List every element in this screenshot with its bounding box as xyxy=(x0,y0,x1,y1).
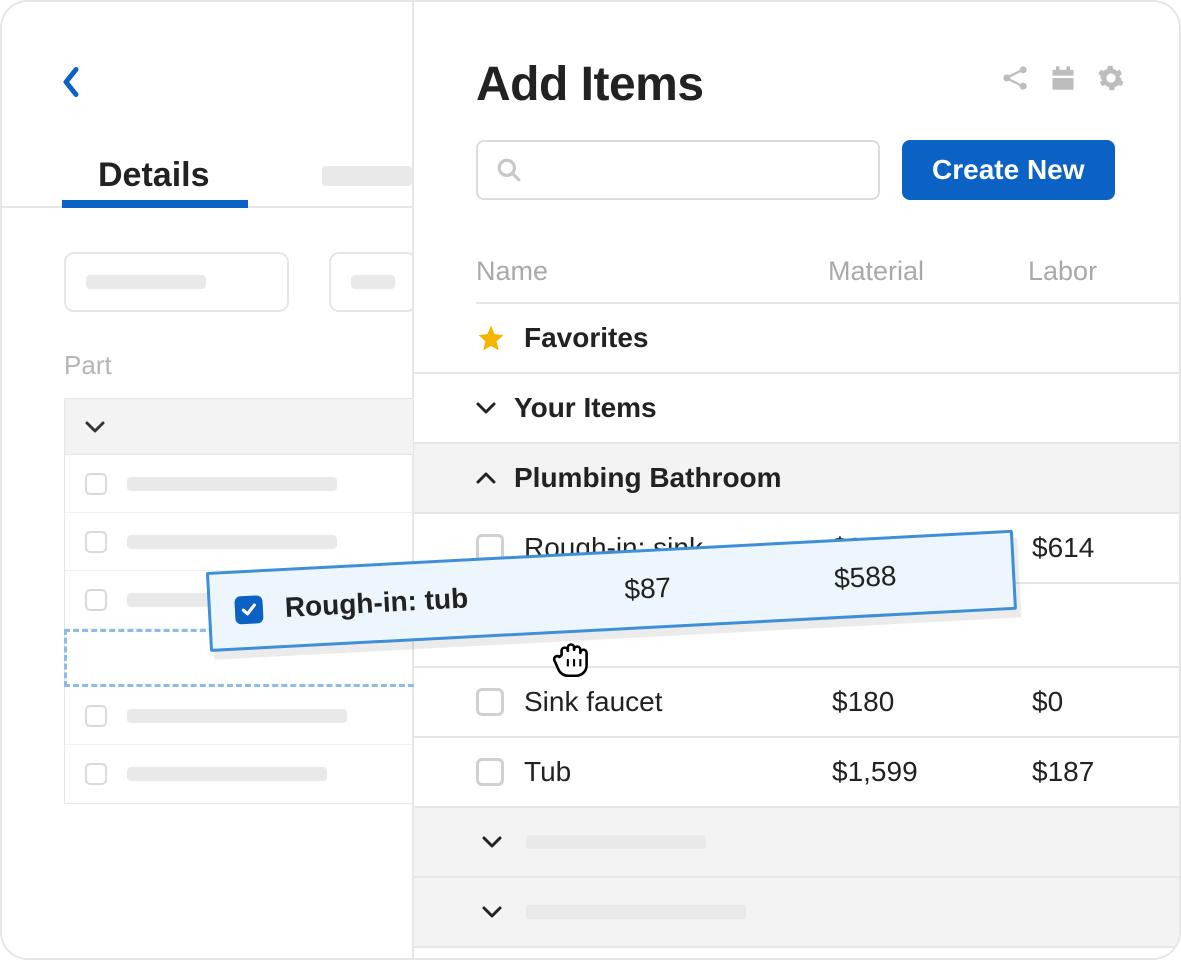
add-items-panel: Add Items Create New Name Material Labor xyxy=(414,2,1179,958)
star-icon xyxy=(476,323,506,353)
group-label: Your Items xyxy=(514,392,657,424)
ghost-input-1[interactable] xyxy=(64,252,289,312)
share-icon xyxy=(1001,64,1029,92)
item-material: $1,599 xyxy=(832,756,1032,788)
calendar-icon xyxy=(1049,64,1077,92)
tab-placeholder xyxy=(322,166,412,186)
settings-button[interactable] xyxy=(1097,64,1125,92)
list-item[interactable] xyxy=(65,513,413,571)
part-list-header[interactable] xyxy=(65,399,413,455)
checkbox[interactable] xyxy=(476,688,504,716)
page-title: Add Items xyxy=(476,57,704,112)
dragged-item-name: Rough-in: tub xyxy=(284,574,625,624)
column-name: Name xyxy=(476,256,828,287)
share-button[interactable] xyxy=(1001,64,1029,92)
group-your-items[interactable]: Your Items xyxy=(414,374,1179,444)
chevron-down-icon xyxy=(482,902,502,922)
part-section-label: Part xyxy=(64,350,112,381)
chevron-left-icon xyxy=(60,67,82,97)
details-panel: Details Part xyxy=(2,2,414,958)
item-labor: $0 xyxy=(1032,686,1063,718)
list-item[interactable] xyxy=(65,745,413,803)
list-item[interactable] xyxy=(65,687,413,745)
item-labor: $187 xyxy=(1032,756,1094,788)
chevron-down-icon xyxy=(482,832,502,852)
tab-details[interactable]: Details xyxy=(2,144,210,206)
item-material: $180 xyxy=(832,686,1032,718)
table-header: Name Material Labor xyxy=(476,240,1179,304)
grab-cursor-icon xyxy=(547,632,597,682)
chevron-down-icon xyxy=(476,398,496,418)
tab-details-label: Details xyxy=(98,156,210,195)
search-icon xyxy=(496,157,522,183)
item-row-sink-faucet[interactable]: Sink faucet $180 $0 xyxy=(414,668,1179,738)
ghost-inputs xyxy=(64,252,417,312)
item-labor: $614 xyxy=(1032,532,1094,564)
list-item[interactable] xyxy=(65,455,413,513)
search-input[interactable] xyxy=(476,140,880,200)
checkbox-checked[interactable] xyxy=(234,595,263,624)
tabs-row: Details xyxy=(2,144,412,208)
gear-icon xyxy=(1097,64,1125,92)
chevron-down-icon xyxy=(85,421,105,433)
group-collapsed[interactable] xyxy=(414,808,1179,878)
back-button[interactable] xyxy=(60,67,90,97)
group-label: Favorites xyxy=(524,322,649,354)
chevron-up-icon xyxy=(476,468,496,488)
dragged-item-labor: $588 xyxy=(833,560,897,595)
dragged-item-material: $87 xyxy=(624,563,835,606)
item-row-tub[interactable]: Tub $1,599 $187 xyxy=(414,738,1179,808)
tab-active-indicator xyxy=(62,200,248,208)
item-name: Tub xyxy=(524,756,832,788)
calendar-button[interactable] xyxy=(1049,64,1077,92)
ghost-input-2[interactable] xyxy=(329,252,417,312)
create-new-button[interactable]: Create New xyxy=(902,140,1115,200)
group-favorites[interactable]: Favorites xyxy=(414,304,1179,374)
item-name: Sink faucet xyxy=(524,686,832,718)
checkbox[interactable] xyxy=(476,758,504,786)
group-label: Plumbing Bathroom xyxy=(514,462,782,494)
group-collapsed[interactable] xyxy=(414,878,1179,948)
check-icon xyxy=(239,600,258,619)
column-labor: Labor xyxy=(1028,256,1179,287)
group-plumbing-bathroom[interactable]: Plumbing Bathroom xyxy=(414,444,1179,514)
column-material: Material xyxy=(828,256,1028,287)
